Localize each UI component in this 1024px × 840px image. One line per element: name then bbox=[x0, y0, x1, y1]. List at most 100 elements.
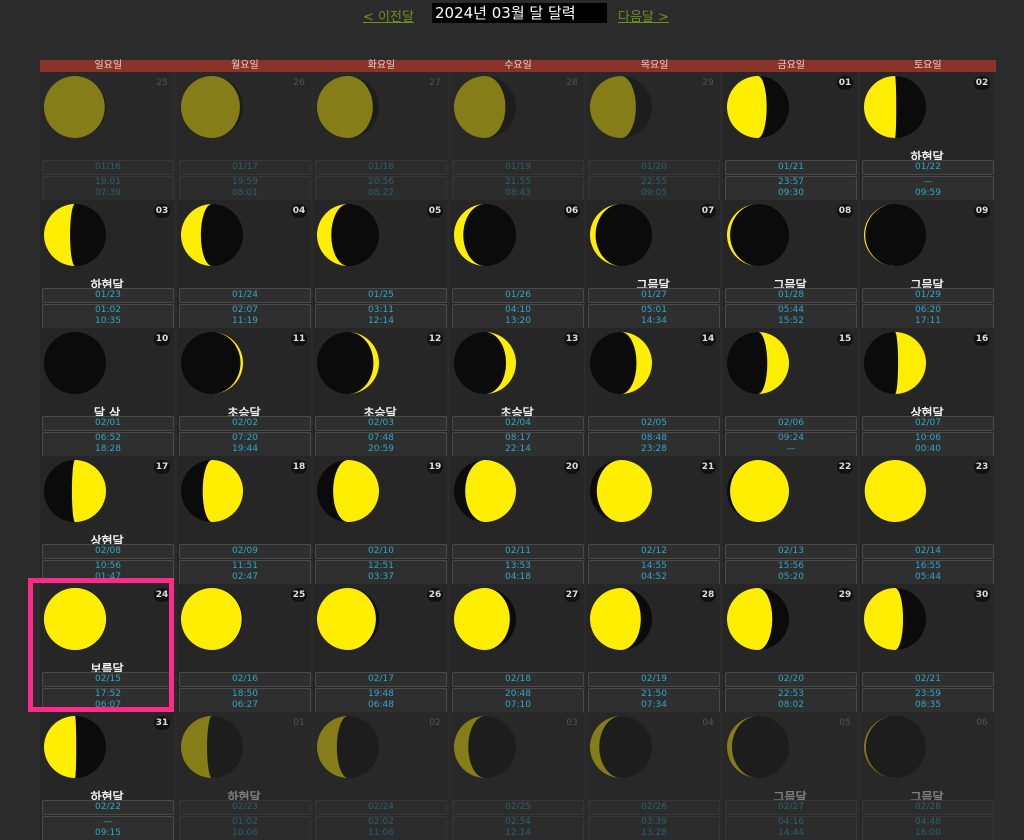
moonrise-time: 11:51 bbox=[232, 561, 258, 571]
day-cell[interactable]: 23 02/14 16:55 05:44 bbox=[860, 456, 994, 584]
lunar-date: 02/18 bbox=[452, 672, 584, 687]
day-cell[interactable]: 18 02/09 11:51 02:47 bbox=[177, 456, 311, 584]
day-cell[interactable]: 07 그믐달 01/27 05:01 14:34 bbox=[586, 200, 720, 328]
day-number: 02 bbox=[974, 76, 990, 90]
day-number: 20 bbox=[564, 460, 580, 474]
day-cell[interactable]: 03 하현달 01/23 01:02 10:35 bbox=[40, 200, 174, 328]
moon-phase-icon bbox=[590, 204, 652, 266]
day-cell[interactable]: 09 그믐달 01/29 06:20 17:11 bbox=[860, 200, 994, 328]
day-cell[interactable]: 01 01/21 23:57 09:30 bbox=[723, 72, 857, 200]
previous-month-link[interactable]: < 이전달 bbox=[363, 6, 414, 25]
moonrise-time: 04:16 bbox=[778, 817, 804, 827]
day-cell[interactable]: 14 02/05 08:48 23:28 bbox=[586, 328, 720, 456]
day-cell[interactable]: 19 02/10 12:51 03:37 bbox=[313, 456, 447, 584]
day-cell[interactable]: 01 하현달 02/23 01:02 10:06 bbox=[177, 712, 311, 840]
moonrise-time: 04:10 bbox=[505, 305, 531, 315]
day-number: 06 bbox=[564, 204, 580, 218]
day-cell[interactable]: 29 01/20 22:55 09:05 bbox=[586, 72, 720, 200]
moonset-time: 09:59 bbox=[915, 188, 941, 198]
moonrise-time: 19:59 bbox=[232, 177, 258, 187]
moonrise-moonset-times: 17:52 06:07 bbox=[42, 688, 174, 712]
day-cell[interactable]: 31 하현달 02/22—09:15 bbox=[40, 712, 174, 840]
moonset-time: 11:19 bbox=[232, 316, 258, 326]
day-cell[interactable]: 03 02/25 02:54 12:14 bbox=[450, 712, 584, 840]
moonset-time: 08:01 bbox=[232, 188, 258, 198]
moonrise-time: 08:48 bbox=[641, 433, 667, 443]
moonset-time: 10:35 bbox=[95, 316, 121, 326]
day-cell[interactable]: 26 01/17 19:59 08:01 bbox=[177, 72, 311, 200]
day-cell[interactable]: 02 하현달 01/22—09:59 bbox=[860, 72, 994, 200]
lunar-date: 02/08 bbox=[42, 544, 174, 559]
day-cell[interactable]: 24 보름달 02/15 17:52 06:07 bbox=[40, 584, 174, 712]
moonrise-time: — bbox=[923, 177, 933, 187]
day-cell[interactable]: 10 달 삭 02/01 06:52 18:28 bbox=[40, 328, 174, 456]
day-cell[interactable]: 05 그믐달 02/27 04:16 14:44 bbox=[723, 712, 857, 840]
day-cell[interactable]: 21 02/12 14:55 04:52 bbox=[586, 456, 720, 584]
day-cell[interactable]: 06 01/26 04:10 13:20 bbox=[450, 200, 584, 328]
moonset-time: 20:59 bbox=[368, 444, 394, 454]
lunar-date: 02/23 bbox=[179, 800, 311, 815]
lunar-date: 02/04 bbox=[452, 416, 584, 431]
day-cell[interactable]: 26 02/17 19:48 06:48 bbox=[313, 584, 447, 712]
moonrise-time: 08:17 bbox=[505, 433, 531, 443]
day-cell[interactable]: 15 02/06 09:24— bbox=[723, 328, 857, 456]
day-cell[interactable]: 25 02/16 18:50 06:27 bbox=[177, 584, 311, 712]
next-month-link[interactable]: 다음달 > bbox=[618, 6, 669, 25]
day-cell[interactable]: 06 그믐달 02/28 04:48 16:00 bbox=[860, 712, 994, 840]
day-cell[interactable]: 27 02/18 20:48 07:10 bbox=[450, 584, 584, 712]
day-cell[interactable]: 28 02/19 21:50 07:34 bbox=[586, 584, 720, 712]
day-cell[interactable]: 17 상현달 02/08 10:56 01:47 bbox=[40, 456, 174, 584]
day-number: 07 bbox=[700, 204, 716, 218]
day-cell[interactable]: 08 그믐달 01/28 05:44 15:52 bbox=[723, 200, 857, 328]
moonrise-moonset-times: 05:01 14:34 bbox=[588, 304, 720, 328]
day-cell[interactable]: 28 01/19 21:55 08:43 bbox=[450, 72, 584, 200]
moonrise-time: 12:51 bbox=[368, 561, 394, 571]
lunar-date: 02/22 bbox=[42, 800, 174, 815]
day-number: 12 bbox=[427, 332, 443, 346]
day-cell[interactable]: 05 01/25 03:11 12:14 bbox=[313, 200, 447, 328]
lunar-date: 01/20 bbox=[588, 160, 720, 175]
moon-phase-icon bbox=[181, 460, 243, 522]
moon-phase-icon bbox=[317, 588, 379, 650]
day-cell[interactable]: 20 02/11 13:53 04:18 bbox=[450, 456, 584, 584]
day-number: 19 bbox=[427, 460, 443, 474]
day-cell[interactable]: 11 초승달 02/02 07:20 19:44 bbox=[177, 328, 311, 456]
lunar-date: 02/21 bbox=[862, 672, 994, 687]
day-cell[interactable]: 29 02/20 22:53 08:02 bbox=[723, 584, 857, 712]
day-number: 27 bbox=[564, 588, 580, 602]
moonset-time: 04:18 bbox=[505, 572, 531, 582]
day-cell[interactable]: 02 02/24 02:02 11:06 bbox=[313, 712, 447, 840]
moonrise-moonset-times: 22:55 09:05 bbox=[588, 176, 720, 200]
moonset-time: 06:48 bbox=[368, 700, 394, 710]
lunar-date: 02/06 bbox=[725, 416, 857, 431]
moon-phase-icon bbox=[864, 460, 926, 522]
moonrise-time: 20:56 bbox=[368, 177, 394, 187]
day-number: 11 bbox=[291, 332, 307, 346]
day-cell[interactable]: 30 02/21 23:59 08:35 bbox=[860, 584, 994, 712]
day-cell[interactable]: 12 초승달 02/03 07:48 20:59 bbox=[313, 328, 447, 456]
moonset-time: 08:22 bbox=[368, 188, 394, 198]
moonset-time: 04:52 bbox=[641, 572, 667, 582]
day-cell[interactable]: 16 상현달 02/07 10:06 00:40 bbox=[860, 328, 994, 456]
moon-phase-icon bbox=[454, 588, 516, 650]
moonrise-moonset-times: 19:59 08:01 bbox=[179, 176, 311, 200]
moonrise-time: 14:55 bbox=[641, 561, 667, 571]
moonset-time: 03:37 bbox=[368, 572, 394, 582]
moon-phase-icon bbox=[317, 332, 379, 394]
day-cell[interactable]: 27 01/18 20:56 08:22 bbox=[313, 72, 447, 200]
moonset-time: 17:11 bbox=[915, 316, 941, 326]
moonset-time: 08:02 bbox=[778, 700, 804, 710]
day-cell[interactable]: 04 01/24 02:07 11:19 bbox=[177, 200, 311, 328]
day-cell[interactable]: 04 02/26 03:39 13:28 bbox=[586, 712, 720, 840]
day-number: 03 bbox=[566, 718, 578, 728]
day-cell[interactable]: 13 초승달 02/04 08:17 22:14 bbox=[450, 328, 584, 456]
lunar-date: 02/27 bbox=[725, 800, 857, 815]
lunar-date: 02/12 bbox=[588, 544, 720, 559]
moonrise-moonset-times: 02:54 12:14 bbox=[452, 816, 584, 840]
lunar-date: 02/14 bbox=[862, 544, 994, 559]
moonset-time: 01:47 bbox=[95, 572, 121, 582]
moonrise-time: 07:20 bbox=[232, 433, 258, 443]
day-cell[interactable]: 22 02/13 15:56 05:20 bbox=[723, 456, 857, 584]
moonrise-moonset-times: 04:10 13:20 bbox=[452, 304, 584, 328]
day-cell[interactable]: 25 01/16 19:01 07:39 bbox=[40, 72, 174, 200]
